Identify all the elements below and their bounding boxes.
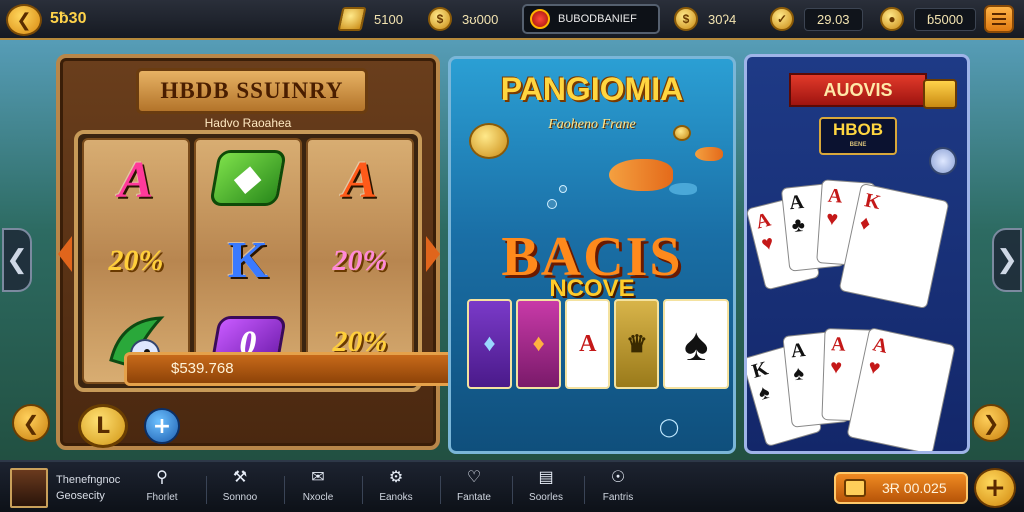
medal-icon: ✓ xyxy=(770,7,794,31)
blue-fish-icon xyxy=(669,183,697,195)
fish-card-orange: ♦ xyxy=(516,299,562,389)
cards-ribbon: AUOVIS xyxy=(789,73,927,107)
slot-reel: A 20% 20% xyxy=(306,138,414,384)
spade-card-icon: ♠ xyxy=(663,299,730,389)
nav-label: Eanoks xyxy=(379,492,413,503)
avatar[interactable] xyxy=(10,468,48,508)
chat-icon: ✉ xyxy=(311,469,325,486)
top-bar: ❮ 5ƀ30 5100 $ 3ʊ000 BUBODBANIEF $ 30ʔ4 ✓… xyxy=(0,0,1024,40)
playing-card-a: A xyxy=(565,299,611,389)
nav-label: Sonnoo xyxy=(222,492,258,503)
gem-coin-icon: ● xyxy=(880,7,904,31)
cards-game-card[interactable]: AUOVIS HBOB BENE A ♥ A ♣ A ♥ K ♦ K ♠ A ♠ A ♥ A ♥ xyxy=(744,54,970,454)
slots-title: HBDB SSUINRY xyxy=(136,68,368,114)
fish-card-blue: ♦ xyxy=(467,299,513,389)
hamburger-menu-icon[interactable] xyxy=(984,5,1014,33)
stat-bonus-coin-value: 30ʔ4 xyxy=(708,11,737,27)
bottom-nav-bar: Thenefngnoc Geosecity ⚲ Fhorlet ⚒ Sonnoo… xyxy=(0,460,1024,512)
stat-medal-value: 29.03 xyxy=(804,7,863,31)
slot-reel: A 20% xyxy=(82,138,190,384)
stat-bonus-coin[interactable]: $ 30ʔ4 xyxy=(674,5,736,33)
playing-card-face: ♛ xyxy=(614,299,660,389)
stat-gem-coin-value: ɓ5000 xyxy=(914,7,977,31)
small-fish-icon xyxy=(695,147,723,161)
slot-symbol-green-gem: ◆ xyxy=(209,149,287,206)
lock-icon xyxy=(923,79,957,109)
stat-medal[interactable]: ✓ 29.03 xyxy=(770,5,863,33)
cards-badge-small: BENE xyxy=(849,142,867,148)
pin-icon xyxy=(929,147,957,175)
fish-game-card[interactable]: PANGIOMIA Faoheno Frane BACIS NCOVE ♦ ♦ … xyxy=(448,56,736,454)
page-next-icon[interactable]: ❯ xyxy=(972,404,1010,442)
nav-item-4[interactable]: ⚙ Eanoks xyxy=(362,466,430,512)
nav-label: Soorles xyxy=(529,492,563,503)
fish-icon xyxy=(609,159,673,191)
wallet-icon xyxy=(844,479,866,497)
profile-line-1: Thenefngnoc xyxy=(56,474,121,486)
slot-symbol-letter-a-red: A xyxy=(342,151,378,209)
cards-badge-title: HBOB xyxy=(832,120,884,139)
slots-game-card[interactable]: HBDB SSUINRY Hadvo Raoahea A 20% ◆ K 0 A… xyxy=(56,54,440,450)
profile-line-2: Geosecity xyxy=(56,490,105,502)
stat-gold-bar[interactable]: 5100 xyxy=(337,5,403,33)
coin-stack-icon xyxy=(469,123,509,159)
back-arrow-icon[interactable]: ❮ xyxy=(6,4,42,36)
cards-badge: HBOB BENE xyxy=(819,117,897,155)
total-balance: 3Ɍ 00.025 xyxy=(882,480,947,496)
nav-label: Nxocle xyxy=(302,492,334,503)
carousel-next-icon[interactable]: ❯ xyxy=(992,228,1022,292)
reel-right-arrow-icon[interactable] xyxy=(426,236,440,272)
stat-gem-coin[interactable]: ● ɓ5000 xyxy=(880,5,977,33)
top-balance: 5ƀ30 xyxy=(50,10,87,27)
stat-gold-bar-value: 5100 xyxy=(374,11,403,27)
nav-label: Fantate xyxy=(457,492,491,503)
fish-title: PANGIOMIA xyxy=(500,71,684,107)
heart-icon: ♡ xyxy=(466,469,482,486)
gold-coin-icon: $ xyxy=(428,7,452,31)
slots-subtitle: Hadvo Raoahea xyxy=(204,116,292,130)
nav-label: Fantris xyxy=(602,492,634,503)
hammer-icon: ⚒ xyxy=(232,469,248,486)
whistle-icon: ◯ xyxy=(659,417,680,438)
slot-symbol-pink-gold: 20% xyxy=(332,243,388,277)
nav-item-7[interactable]: ☉ Fantris xyxy=(584,466,652,512)
bonus-coin-icon: $ xyxy=(674,7,698,31)
slots-amount: $539.768 xyxy=(171,360,234,377)
fish-mini-cards: ♦ ♦ A ♛ ♠ xyxy=(467,299,730,389)
player-badge-icon xyxy=(530,9,550,29)
plus-icon[interactable]: + xyxy=(144,408,180,444)
page-prev-icon[interactable]: ❮ xyxy=(12,404,50,442)
bubble-icon xyxy=(547,199,557,209)
stat-gold-coin[interactable]: $ 3ʊ000 xyxy=(428,5,498,33)
nav-label: Fhorlet xyxy=(146,492,178,503)
nav-item-3[interactable]: ✉ Nxocle xyxy=(284,466,352,512)
nav-item-5[interactable]: ♡ Fantate xyxy=(440,466,508,512)
reel-left-arrow-icon[interactable] xyxy=(58,236,72,272)
carousel-prev-icon[interactable]: ❮ xyxy=(2,228,32,292)
nav-item-2[interactable]: ⚒ Sonnoo xyxy=(206,466,274,512)
stat-gold-coin-value: 3ʊ000 xyxy=(462,11,499,27)
nav-item-1[interactable]: ⚲ Fhorlet xyxy=(128,466,196,512)
small-coin-icon xyxy=(673,125,691,141)
bet-coin-icon[interactable]: L xyxy=(78,404,128,448)
cards-icon: ▤ xyxy=(538,469,554,486)
slot-symbol-letter-a: A xyxy=(118,151,154,209)
total-balance-pill[interactable]: 3Ɍ 00.025 xyxy=(834,472,968,504)
globe-icon: ☉ xyxy=(610,469,626,486)
nav-item-6[interactable]: ▤ Soorles xyxy=(512,466,580,512)
bubble-icon xyxy=(559,185,567,193)
tool-icon: ⚙ xyxy=(388,469,404,486)
slot-reel: ◆ K 0 xyxy=(194,138,302,384)
gold-bar-icon xyxy=(337,7,367,31)
search-icon: ⚲ xyxy=(156,469,168,486)
player-name-pill[interactable]: BUBODBANIEF xyxy=(522,4,660,34)
add-plus-icon[interactable]: + xyxy=(974,468,1016,508)
player-name: BUBODBANIEF xyxy=(558,13,637,25)
profile-info: Thenefngnoc Geosecity xyxy=(56,472,120,504)
slot-symbol-letter-k: K xyxy=(227,232,269,290)
slot-symbol-gold: 20% xyxy=(108,243,164,277)
